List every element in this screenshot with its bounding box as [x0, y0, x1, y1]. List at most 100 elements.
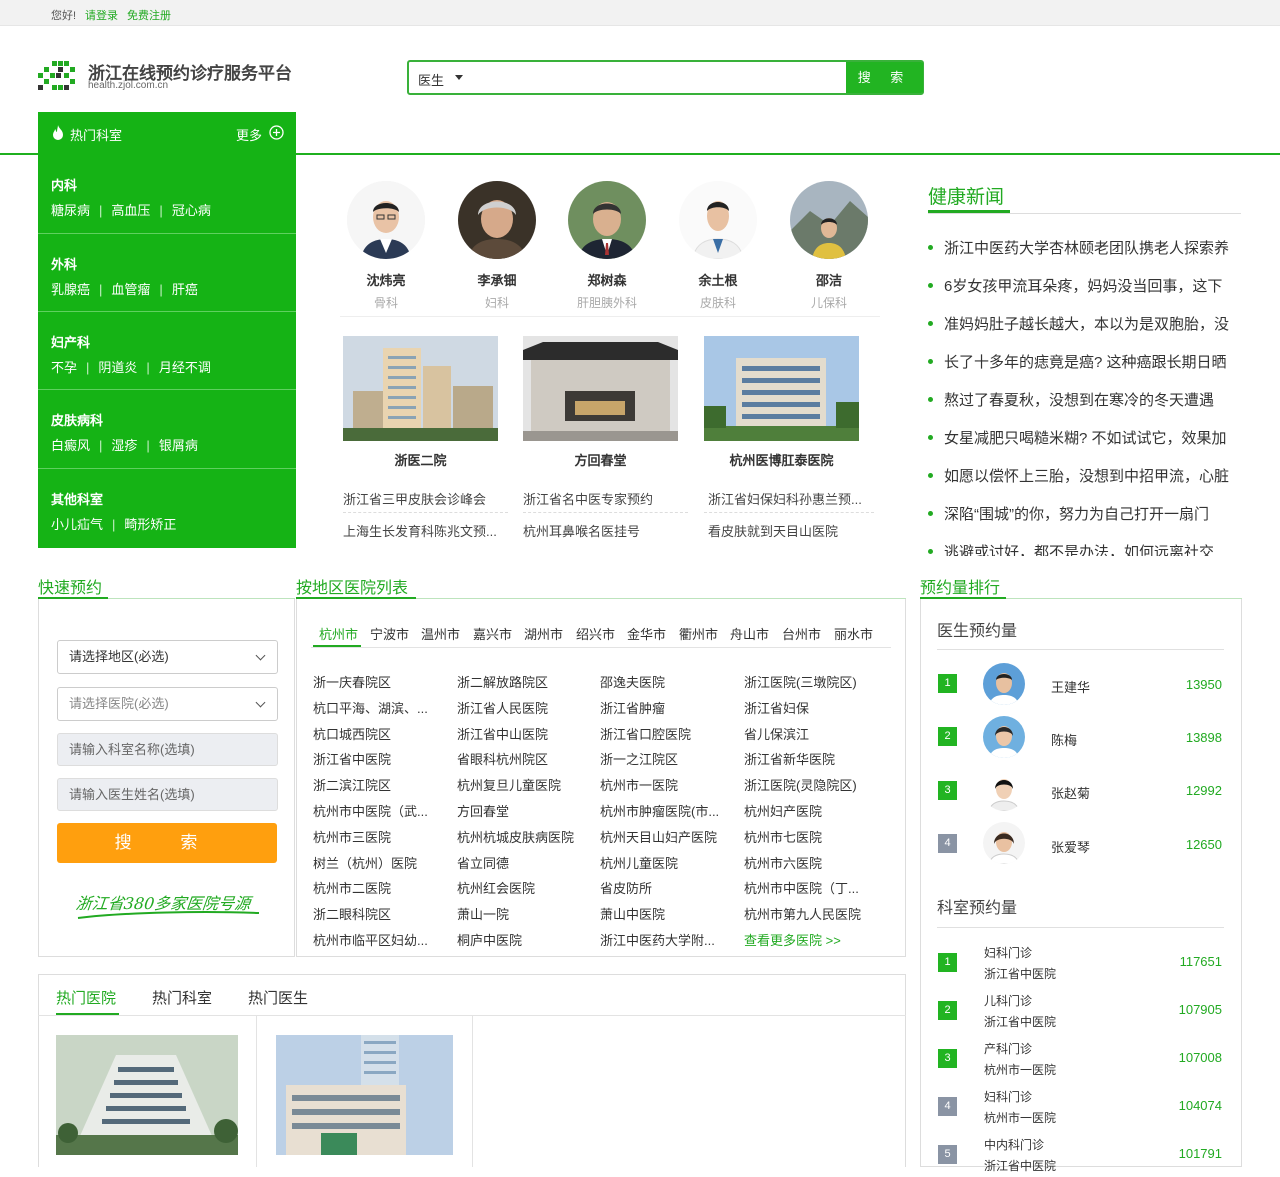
doctor-card[interactable]: 沈炜亮 骨科 — [346, 181, 426, 311]
hospital-name[interactable]: 浙医二院 — [343, 450, 498, 469]
city-tab[interactable]: 台州市 — [782, 624, 821, 643]
dept-link[interactable]: 不孕 — [51, 357, 77, 376]
doctor-input[interactable]: 请输入医生姓名(选填) — [57, 778, 278, 811]
rank-doctor-name[interactable]: 陈梅 — [1051, 730, 1077, 749]
hospital-link[interactable]: 省立同德 — [457, 853, 585, 872]
hospital-link[interactable]: 杭州市第九人民医院 — [744, 904, 872, 923]
news-item[interactable]: 逃避或讨好，都不是办法，如何远离社交 — [928, 541, 1241, 556]
city-tab[interactable]: 湖州市 — [524, 624, 563, 643]
hospital-photo[interactable] — [523, 336, 678, 441]
featured-hospital[interactable]: 浙医二院 — [343, 336, 498, 469]
hospital-link[interactable]: 杭州市一医院 — [600, 775, 728, 794]
dept-link[interactable]: 糖尿病 — [51, 200, 90, 219]
quick-search-button[interactable]: 搜 索 — [57, 823, 277, 863]
hospital-link[interactable]: 浙二滨江院区 — [313, 775, 441, 794]
rank-dept-item[interactable]: 儿科门诊 浙江省中医院 — [984, 991, 1056, 1033]
rank-doctor-name[interactable]: 王建华 — [1051, 677, 1090, 696]
dept-link[interactable]: 肝癌 — [172, 279, 198, 298]
dept-link[interactable]: 阴道炎 — [98, 357, 137, 376]
region-select[interactable]: 请选择地区(必选) — [57, 640, 278, 674]
city-tab[interactable]: 宁波市 — [370, 624, 409, 643]
dept-link[interactable]: 银屑病 — [159, 435, 198, 454]
hospital-link[interactable]: 杭州市六医院 — [744, 853, 872, 872]
doctor-avatar[interactable] — [983, 716, 1025, 758]
hospital-link[interactable]: 省儿保滨江 — [744, 724, 872, 743]
dept-section-title[interactable]: 妇产科 — [51, 332, 296, 351]
hospital-link[interactable]: 邵逸夫医院 — [600, 672, 728, 691]
dept-link[interactable]: 湿疹 — [111, 435, 137, 454]
doctor-photo[interactable] — [679, 181, 757, 259]
tab-hot-departments[interactable]: 热门科室 — [152, 987, 212, 1008]
login-link[interactable]: 请登录 — [85, 7, 118, 23]
hospital-name[interactable]: 杭州医博肛泰医院 — [704, 450, 859, 469]
hospital-link[interactable]: 杭州市中医院（武... — [313, 801, 441, 820]
plus-circle-icon[interactable] — [269, 125, 284, 140]
hospital-link[interactable]: 浙江省口腔医院 — [600, 724, 728, 743]
doctor-avatar[interactable] — [983, 769, 1025, 811]
rank-dept-item[interactable]: 中内科门诊 浙江省中医院 — [984, 1135, 1056, 1177]
hot-dept-more[interactable]: 更多 — [236, 125, 262, 144]
hospital-link[interactable]: 省眼科杭州院区 — [457, 749, 585, 768]
hospital-link[interactable]: 浙江省新华医院 — [744, 749, 872, 768]
feature-link[interactable]: 浙江省妇保妇科孙惠兰预... — [708, 489, 878, 508]
hospital-link[interactable]: 浙二眼科院区 — [313, 904, 441, 923]
doctor-name[interactable]: 邵洁 — [789, 270, 869, 289]
rank-dept-item[interactable]: 妇科门诊 浙江省中医院 — [984, 943, 1056, 985]
hospital-photo[interactable] — [343, 336, 498, 441]
dept-link[interactable]: 月经不调 — [159, 357, 211, 376]
doctor-name[interactable]: 沈炜亮 — [346, 270, 426, 289]
hospital-link[interactable]: 杭州市中医院（丁... — [744, 878, 872, 897]
register-link[interactable]: 免费注册 — [127, 7, 171, 23]
featured-hospital[interactable]: 杭州医博肛泰医院 — [704, 336, 859, 469]
news-item[interactable]: 准妈妈肚子越长越大，本以为是双胞胎，没 — [928, 313, 1241, 334]
hospital-select[interactable]: 请选择医院(必选) — [57, 687, 278, 721]
tab-hot-doctors[interactable]: 热门医生 — [248, 987, 308, 1008]
rank-dept-item[interactable]: 妇科门诊 杭州市一医院 — [984, 1087, 1056, 1129]
hospital-link[interactable]: 浙一庆春院区 — [313, 672, 441, 691]
city-tab[interactable]: 温州市 — [421, 624, 460, 643]
rank-doctor-name[interactable]: 张赵菊 — [1051, 783, 1090, 802]
dept-link[interactable]: 小儿疝气 — [51, 514, 103, 533]
feature-link[interactable]: 看皮肤就到天目山医院 — [708, 521, 878, 540]
hospital-link[interactable]: 杭州妇产医院 — [744, 801, 872, 820]
hospital-link[interactable]: 浙江医院(灵隐院区) — [744, 775, 872, 794]
hot-hospital-photo[interactable] — [276, 1035, 453, 1155]
doctor-card[interactable]: 邵洁 儿保科 — [789, 181, 869, 311]
hospital-link[interactable]: 杭州复旦儿童医院 — [457, 775, 585, 794]
city-tab[interactable]: 金华市 — [627, 624, 666, 643]
dept-link[interactable]: 血管瘤 — [111, 279, 150, 298]
city-tab[interactable]: 杭州市 — [319, 624, 358, 643]
search-button[interactable]: 搜 索 — [846, 62, 923, 93]
doctor-photo[interactable] — [347, 181, 425, 259]
hospital-link[interactable]: 杭州天目山妇产医院 — [600, 827, 728, 846]
doctor-name[interactable]: 余土根 — [678, 270, 758, 289]
doctor-photo[interactable] — [568, 181, 646, 259]
dept-link[interactable]: 乳腺癌 — [51, 279, 90, 298]
feature-link[interactable]: 上海生长发育科陈兆文预... — [343, 521, 508, 540]
dept-link[interactable]: 高血压 — [111, 200, 150, 219]
dept-input[interactable]: 请输入科室名称(选填) — [57, 733, 278, 766]
more-hospitals-link[interactable]: 查看更多医院 >> — [744, 930, 872, 949]
dept-section-title[interactable]: 其他科室 — [51, 489, 296, 508]
hospital-link[interactable]: 杭州市三医院 — [313, 827, 441, 846]
hospital-link[interactable]: 浙一之江院区 — [600, 749, 728, 768]
doctor-card[interactable]: 郑树森 肝胆胰外科 — [567, 181, 647, 311]
city-tab[interactable]: 丽水市 — [834, 624, 873, 643]
dept-link[interactable]: 冠心病 — [172, 200, 211, 219]
dept-link[interactable]: 畸形矫正 — [124, 514, 176, 533]
news-item[interactable]: 如愿以偿怀上三胎，没想到中招甲流，心脏 — [928, 465, 1241, 486]
news-item[interactable]: 长了十多年的痣竟是癌? 这种癌跟长期日晒 — [928, 351, 1241, 372]
hospital-link[interactable]: 杭口城西院区 — [313, 724, 441, 743]
city-tab[interactable]: 绍兴市 — [576, 624, 615, 643]
rank-dept-item[interactable]: 产科门诊 杭州市一医院 — [984, 1039, 1056, 1081]
doctor-card[interactable]: 余土根 皮肤科 — [678, 181, 758, 311]
city-tab[interactable]: 舟山市 — [730, 624, 769, 643]
city-tab[interactable]: 衢州市 — [679, 624, 718, 643]
hospital-link[interactable]: 杭州儿童医院 — [600, 853, 728, 872]
hospital-link[interactable]: 浙江省中医院 — [313, 749, 441, 768]
news-item[interactable]: 6岁女孩甲流耳朵疼，妈妈没当回事，这下 — [928, 275, 1241, 296]
doctor-name[interactable]: 郑树森 — [567, 270, 647, 289]
news-item[interactable]: 深陷“围城”的你，努力为自己打开一扇门 — [928, 503, 1241, 524]
hospital-link[interactable]: 浙江省妇保 — [744, 698, 872, 717]
hospital-link[interactable]: 杭口平海、湖滨、... — [313, 698, 441, 717]
